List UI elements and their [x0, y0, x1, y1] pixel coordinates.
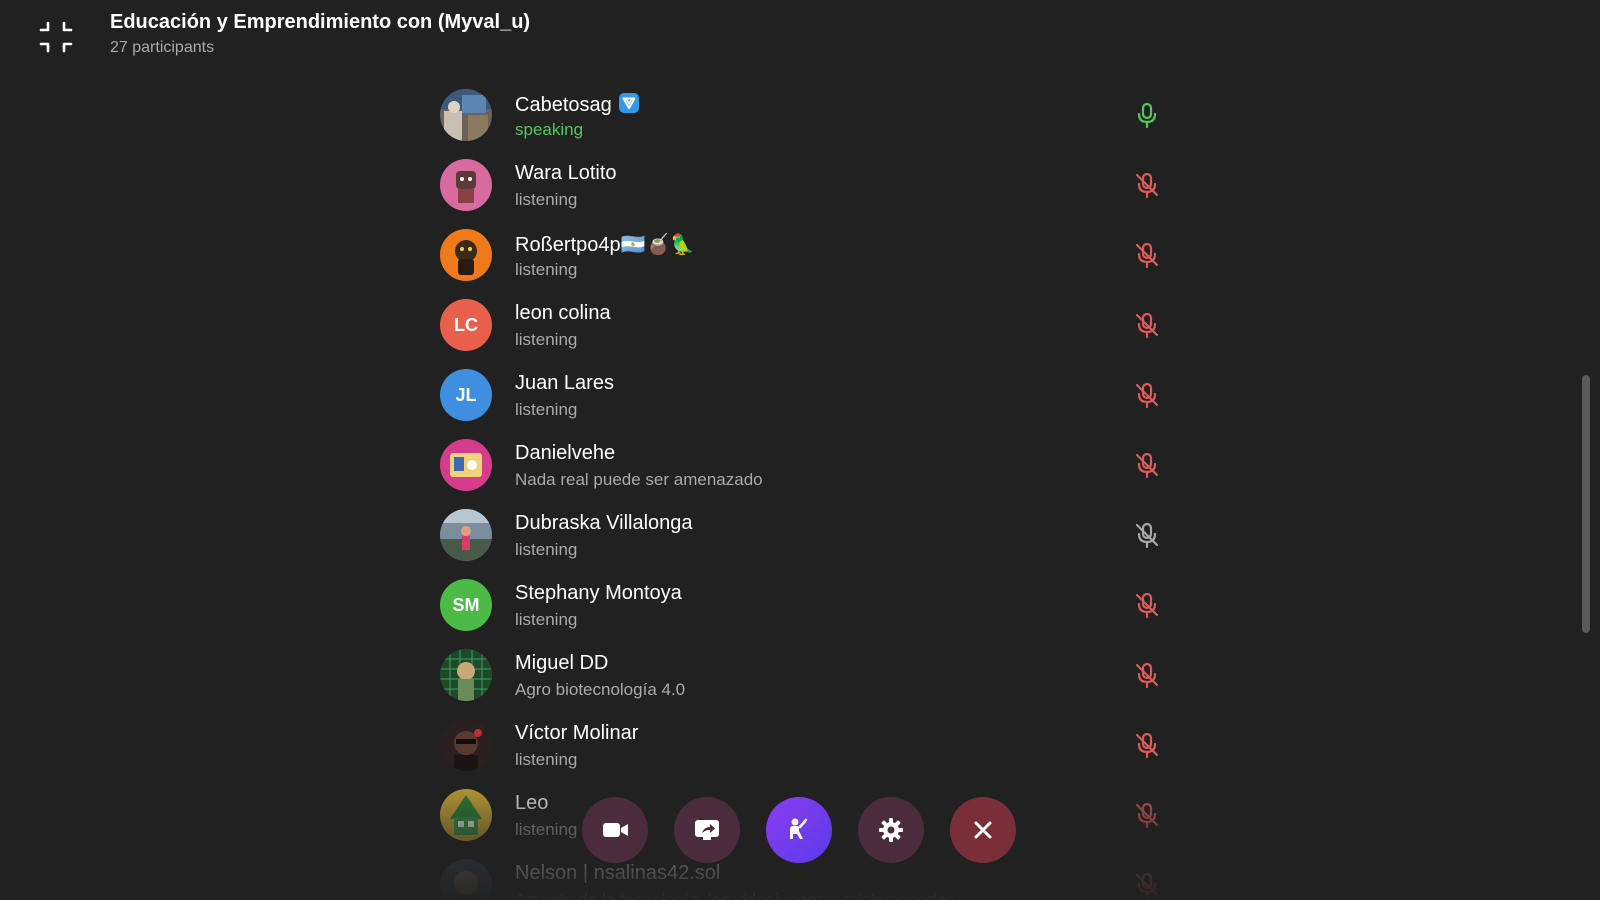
- call-title: Educación y Emprendimiento con (Myval_u): [110, 11, 531, 33]
- microphone-icon[interactable]: [1133, 101, 1161, 129]
- participant-count: 27 participants: [110, 39, 215, 56]
- settings-button[interactable]: [858, 797, 924, 863]
- avatar: [440, 439, 492, 491]
- avatar: [440, 719, 492, 771]
- avatar: [440, 859, 492, 900]
- verified-badge-icon: [618, 92, 640, 120]
- video-camera-icon: [600, 815, 630, 845]
- participant-name: Roßertpo4p🇦🇷🧉🦜: [515, 234, 696, 256]
- participant-row[interactable]: SM Stephany Montoya listening: [430, 570, 1170, 640]
- avatar: [440, 89, 492, 141]
- microphone-muted-icon[interactable]: [1133, 731, 1161, 759]
- participant-row[interactable]: Wara Lotito listening: [430, 150, 1170, 220]
- participant-row[interactable]: Dubraska Villalonga listening: [430, 500, 1170, 570]
- close-icon: [968, 815, 998, 845]
- microphone-muted-icon[interactable]: [1133, 171, 1161, 199]
- avatar: [440, 509, 492, 561]
- screen-share-button[interactable]: [674, 797, 740, 863]
- raise-hand-icon: [784, 815, 814, 845]
- avatar: LC: [440, 299, 492, 351]
- participant-list: Cabetosag speaking Wara Lotito listening…: [430, 80, 1170, 900]
- participant-name: leon colina: [515, 302, 611, 324]
- participant-status: listening: [515, 400, 578, 419]
- microphone-muted-icon[interactable]: [1133, 871, 1161, 899]
- microphone-muted-icon[interactable]: [1133, 311, 1161, 339]
- microphone-muted-icon[interactable]: [1133, 241, 1161, 269]
- participant-row[interactable]: Roßertpo4p🇦🇷🧉🦜 listening: [430, 220, 1170, 290]
- screen-share-icon: [692, 815, 722, 845]
- avatar: [440, 649, 492, 701]
- participant-status: listening: [515, 260, 578, 279]
- call-controls: [0, 797, 1600, 865]
- participant-row[interactable]: Miguel DD Agro biotecnología 4.0: [430, 640, 1170, 710]
- avatar: [440, 159, 492, 211]
- participant-name: Nelson | nsalinas42.sol: [515, 862, 721, 884]
- participant-status: listening: [515, 190, 578, 209]
- participant-name: Stephany Montoya: [515, 582, 682, 604]
- participant-row[interactable]: LC leon colina listening: [430, 290, 1170, 360]
- participant-name: Juan Lares: [515, 372, 614, 394]
- microphone-muted-icon[interactable]: [1133, 381, 1161, 409]
- microphone-muted-icon[interactable]: [1133, 451, 1161, 479]
- participant-row[interactable]: Cabetosag speaking: [430, 80, 1170, 150]
- microphone-muted-icon[interactable]: [1133, 521, 1161, 549]
- avatar: SM: [440, 579, 492, 631]
- participant-name: Wara Lotito: [515, 162, 617, 184]
- participant-name: Miguel DD: [515, 652, 609, 674]
- video-button[interactable]: [582, 797, 648, 863]
- participant-status: speaking: [515, 120, 584, 139]
- avatar: JL: [440, 369, 492, 421]
- avatar: [440, 229, 492, 281]
- participant-status: Agro biotecnología 4.0: [515, 680, 686, 699]
- leave-call-button[interactable]: [950, 797, 1016, 863]
- scrollbar[interactable]: [1582, 375, 1590, 633]
- microphone-muted-icon[interactable]: [1133, 661, 1161, 689]
- participant-status: Amante de la tecnología, los videojuegos…: [515, 890, 955, 900]
- gear-icon: [876, 815, 906, 845]
- participant-row[interactable]: Víctor Molinar listening: [430, 710, 1170, 780]
- participant-name: Dubraska Villalonga: [515, 512, 693, 534]
- call-header: Educación y Emprendimiento con (Myval_u)…: [0, 0, 1600, 70]
- participant-row[interactable]: Danielvehe Nada real puede ser amenazado: [430, 430, 1170, 500]
- participant-status: listening: [515, 540, 578, 559]
- raise-hand-button[interactable]: [766, 797, 832, 863]
- participant-row[interactable]: JL Juan Lares listening: [430, 360, 1170, 430]
- participant-status: listening: [515, 750, 578, 769]
- minimize-icon[interactable]: [38, 19, 74, 55]
- microphone-muted-icon[interactable]: [1133, 591, 1161, 619]
- participant-name: Víctor Molinar: [515, 722, 639, 744]
- participant-status: Nada real puede ser amenazado: [515, 470, 763, 489]
- participant-name: Danielvehe: [515, 442, 616, 464]
- participant-status: listening: [515, 330, 578, 349]
- participant-status: listening: [515, 610, 578, 629]
- participant-name: Cabetosag: [515, 94, 612, 116]
